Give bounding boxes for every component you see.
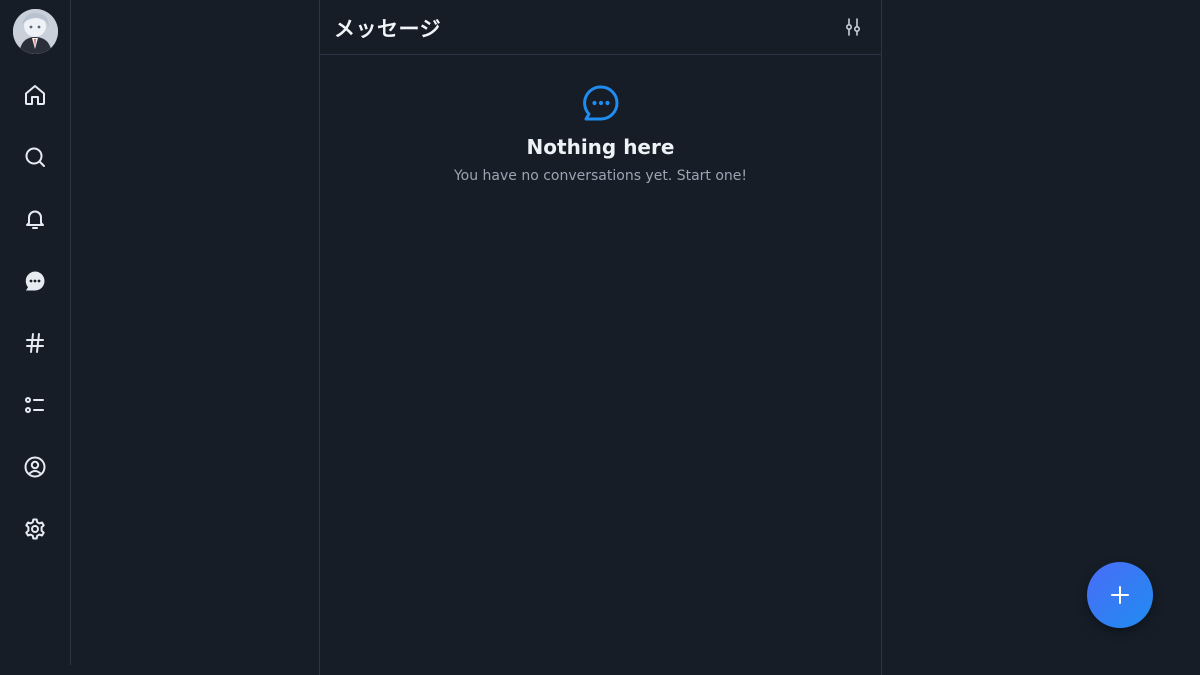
new-message-button[interactable]	[1087, 562, 1153, 628]
hashtag-icon	[26, 333, 44, 353]
sidebar-item-lists[interactable]	[20, 390, 50, 420]
home-icon	[25, 85, 45, 105]
sidebar-item-notifications[interactable]	[20, 204, 50, 234]
avatar[interactable]	[13, 9, 58, 54]
sidebar-item-feeds[interactable]	[20, 328, 50, 358]
messages-panel: メッセージ Nothing here You have no conversat…	[319, 0, 882, 675]
settings-button[interactable]	[843, 17, 863, 37]
sidebar-nav	[0, 0, 71, 665]
chat-bubble-ellipsis-icon	[581, 84, 621, 124]
sidebar-item-search[interactable]	[20, 142, 50, 172]
sidebar-item-settings[interactable]	[20, 514, 50, 544]
sidebar-item-messages[interactable]	[20, 266, 50, 296]
search-icon	[25, 147, 45, 167]
user-circle-icon	[24, 456, 46, 478]
bell-icon	[26, 210, 44, 229]
empty-state-subtitle: You have no conversations yet. Start one…	[453, 168, 748, 184]
empty-state: Nothing here You have no conversations y…	[320, 84, 881, 184]
avatar-image	[13, 9, 58, 54]
plus-icon	[1111, 586, 1129, 604]
app-window: メッセージ Nothing here You have no conversat…	[0, 0, 1200, 675]
gear-icon	[25, 518, 45, 540]
empty-state-title: Nothing here	[526, 135, 675, 159]
chat-bubble-icon	[25, 271, 45, 291]
list-icon	[25, 397, 44, 413]
sliders-icon	[845, 18, 861, 36]
sidebar-item-profile[interactable]	[20, 452, 50, 482]
page-title: メッセージ	[334, 17, 442, 41]
sidebar-item-home[interactable]	[20, 80, 50, 110]
messages-header: メッセージ	[320, 0, 881, 55]
